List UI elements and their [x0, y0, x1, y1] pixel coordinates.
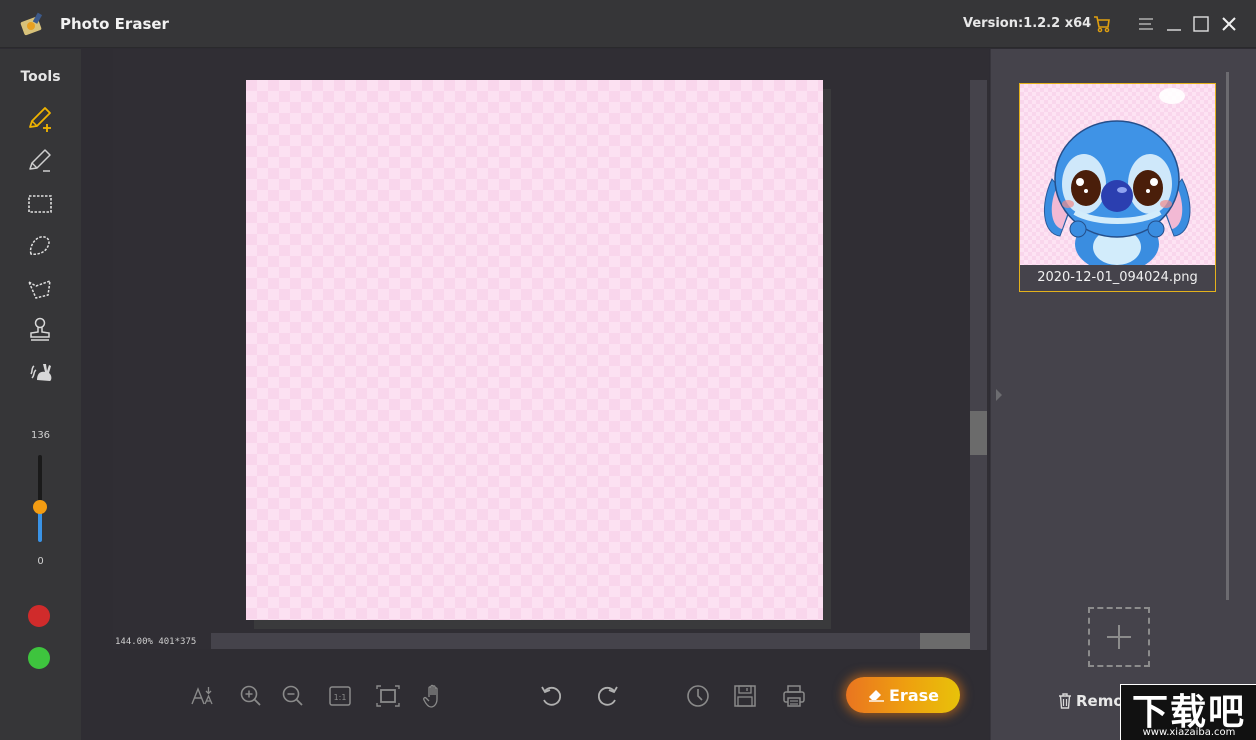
file-panel: 2020-12-01_094024.png Remove [990, 49, 1256, 740]
history-icon[interactable] [685, 683, 711, 709]
font-size-icon[interactable] [190, 683, 216, 709]
zoom-info: 144.00% 401*375 [115, 637, 197, 647]
hand-pan-icon[interactable] [421, 683, 447, 709]
stamp-icon[interactable] [26, 316, 54, 344]
close-icon[interactable] [1219, 14, 1239, 34]
tools-panel: Tools 136 0 [0, 49, 81, 740]
stitch-character-image [1043, 88, 1191, 265]
actual-size-icon[interactable]: 1:1 [327, 683, 353, 709]
erase-label: Erase [889, 685, 939, 705]
canvas-area: 144.00% 401*375 1:1 Erase [81, 49, 989, 740]
erase-button[interactable]: Erase [846, 677, 960, 713]
file-name: 2020-12-01_094024.png [1020, 265, 1215, 291]
maximize-icon[interactable] [1191, 14, 1211, 34]
collapse-panel-arrow-icon[interactable] [996, 389, 1002, 401]
brush-size-handle[interactable] [33, 500, 47, 515]
minimize-icon[interactable] [1164, 14, 1184, 34]
brush-size-min: 0 [37, 556, 44, 567]
file-list-scrollbar[interactable] [1226, 72, 1229, 600]
file-thumbnail[interactable]: 2020-12-01_094024.png [1019, 83, 1216, 292]
cart-icon[interactable] [1092, 14, 1112, 34]
svg-text:1:1: 1:1 [334, 693, 347, 702]
zoom-out-icon[interactable] [280, 683, 306, 709]
color-green-button[interactable] [28, 647, 50, 669]
version-label: Version:1.2.2 x64 [963, 16, 1092, 31]
redo-icon[interactable] [594, 683, 620, 709]
thumbnail-image [1020, 84, 1215, 265]
edit-image[interactable] [246, 80, 823, 620]
lasso-icon[interactable] [26, 232, 54, 260]
eraser-icon [869, 690, 884, 702]
watermark: 下载吧 www.xiazaiba.com [1120, 684, 1256, 740]
pencil-minus-icon[interactable] [26, 147, 54, 175]
horizontal-scroll-thumb[interactable] [920, 633, 970, 649]
pencil-plus-icon[interactable] [26, 105, 54, 133]
polygon-lasso-icon[interactable] [26, 274, 54, 302]
app-title: Photo Eraser [60, 15, 169, 33]
app-logo-icon [20, 12, 43, 36]
watermark-url: www.xiazaiba.com [1142, 727, 1236, 738]
tools-heading: Tools [20, 69, 61, 85]
trash-icon [1059, 693, 1071, 709]
fit-screen-icon[interactable] [375, 683, 401, 709]
vertical-scrollbar[interactable] [970, 80, 987, 650]
rabbit-icon[interactable] [26, 358, 54, 386]
brush-size-max: 136 [30, 430, 51, 441]
dashed-rectangle-icon[interactable] [26, 190, 54, 218]
vertical-scroll-thumb[interactable] [970, 411, 987, 455]
save-icon[interactable] [732, 683, 758, 709]
menu-icon[interactable] [1136, 14, 1156, 34]
print-icon[interactable] [781, 683, 807, 709]
undo-icon[interactable] [539, 683, 565, 709]
title-bar: Photo Eraser Version:1.2.2 x64 [0, 0, 1256, 48]
color-red-button[interactable] [28, 605, 50, 627]
zoom-in-icon[interactable] [238, 683, 264, 709]
add-image-button[interactable] [1088, 607, 1150, 667]
horizontal-scrollbar[interactable] [211, 633, 970, 649]
